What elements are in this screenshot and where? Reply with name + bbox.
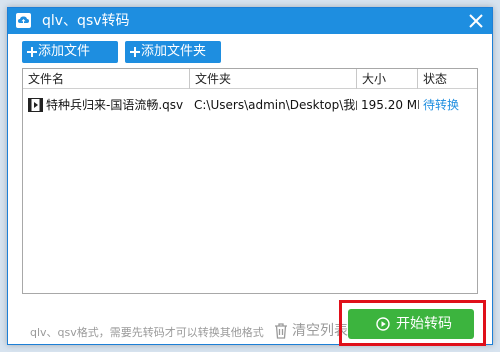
format-hint: qlv、qsv格式，需要先转码才可以转换其他格式 xyxy=(30,326,264,339)
column-header-status[interactable]: 状态 xyxy=(418,69,477,89)
trash-icon xyxy=(275,323,287,339)
title-bar: qlv、qsv转码 xyxy=(8,8,492,34)
file-name: 特种兵归来-国语流畅.qsv xyxy=(46,98,184,112)
file-folder: C:\Users\admin\Desktop\我的\ xyxy=(194,98,357,112)
column-header-folder[interactable]: 文件夹 xyxy=(190,69,357,89)
file-status[interactable]: 待转换 xyxy=(423,95,477,115)
add-folder-button[interactable]: 添加文件夹 xyxy=(125,41,221,63)
add-file-label: 添加文件 xyxy=(38,44,91,59)
clear-list-button[interactable]: 清空列表 xyxy=(272,320,348,342)
window-title: qlv、qsv转码 xyxy=(42,13,130,29)
play-icon xyxy=(376,317,390,331)
add-file-button[interactable]: 添加文件 xyxy=(22,41,118,63)
transcode-dialog: qlv、qsv转码 添加文件 添加文件夹 文件名 文件夹 大小 状态 特种兵归来… xyxy=(7,7,493,345)
video-file-icon xyxy=(28,98,43,112)
plus-icon xyxy=(27,47,37,57)
file-name-cell: 特种兵归来-国语流畅.qsv xyxy=(28,95,190,115)
close-icon[interactable] xyxy=(466,11,486,31)
add-folder-label: 添加文件夹 xyxy=(141,44,207,59)
plus-icon xyxy=(130,47,140,57)
cloud-upload-icon xyxy=(16,13,31,28)
file-size: 195.20 MB xyxy=(361,98,419,112)
start-transcode-label: 开始转码 xyxy=(396,316,452,332)
start-transcode-button[interactable]: 开始转码 xyxy=(348,309,474,339)
table-header: 文件名 文件夹 大小 状态 xyxy=(23,69,477,89)
column-header-name[interactable]: 文件名 xyxy=(23,69,190,89)
column-header-size[interactable]: 大小 xyxy=(357,69,418,89)
table-row[interactable]: 特种兵归来-国语流畅.qsv C:\Users\admin\Desktop\我的… xyxy=(23,95,477,115)
file-list[interactable]: 文件名 文件夹 大小 状态 特种兵归来-国语流畅.qsv C:\Users\ad… xyxy=(22,68,478,294)
